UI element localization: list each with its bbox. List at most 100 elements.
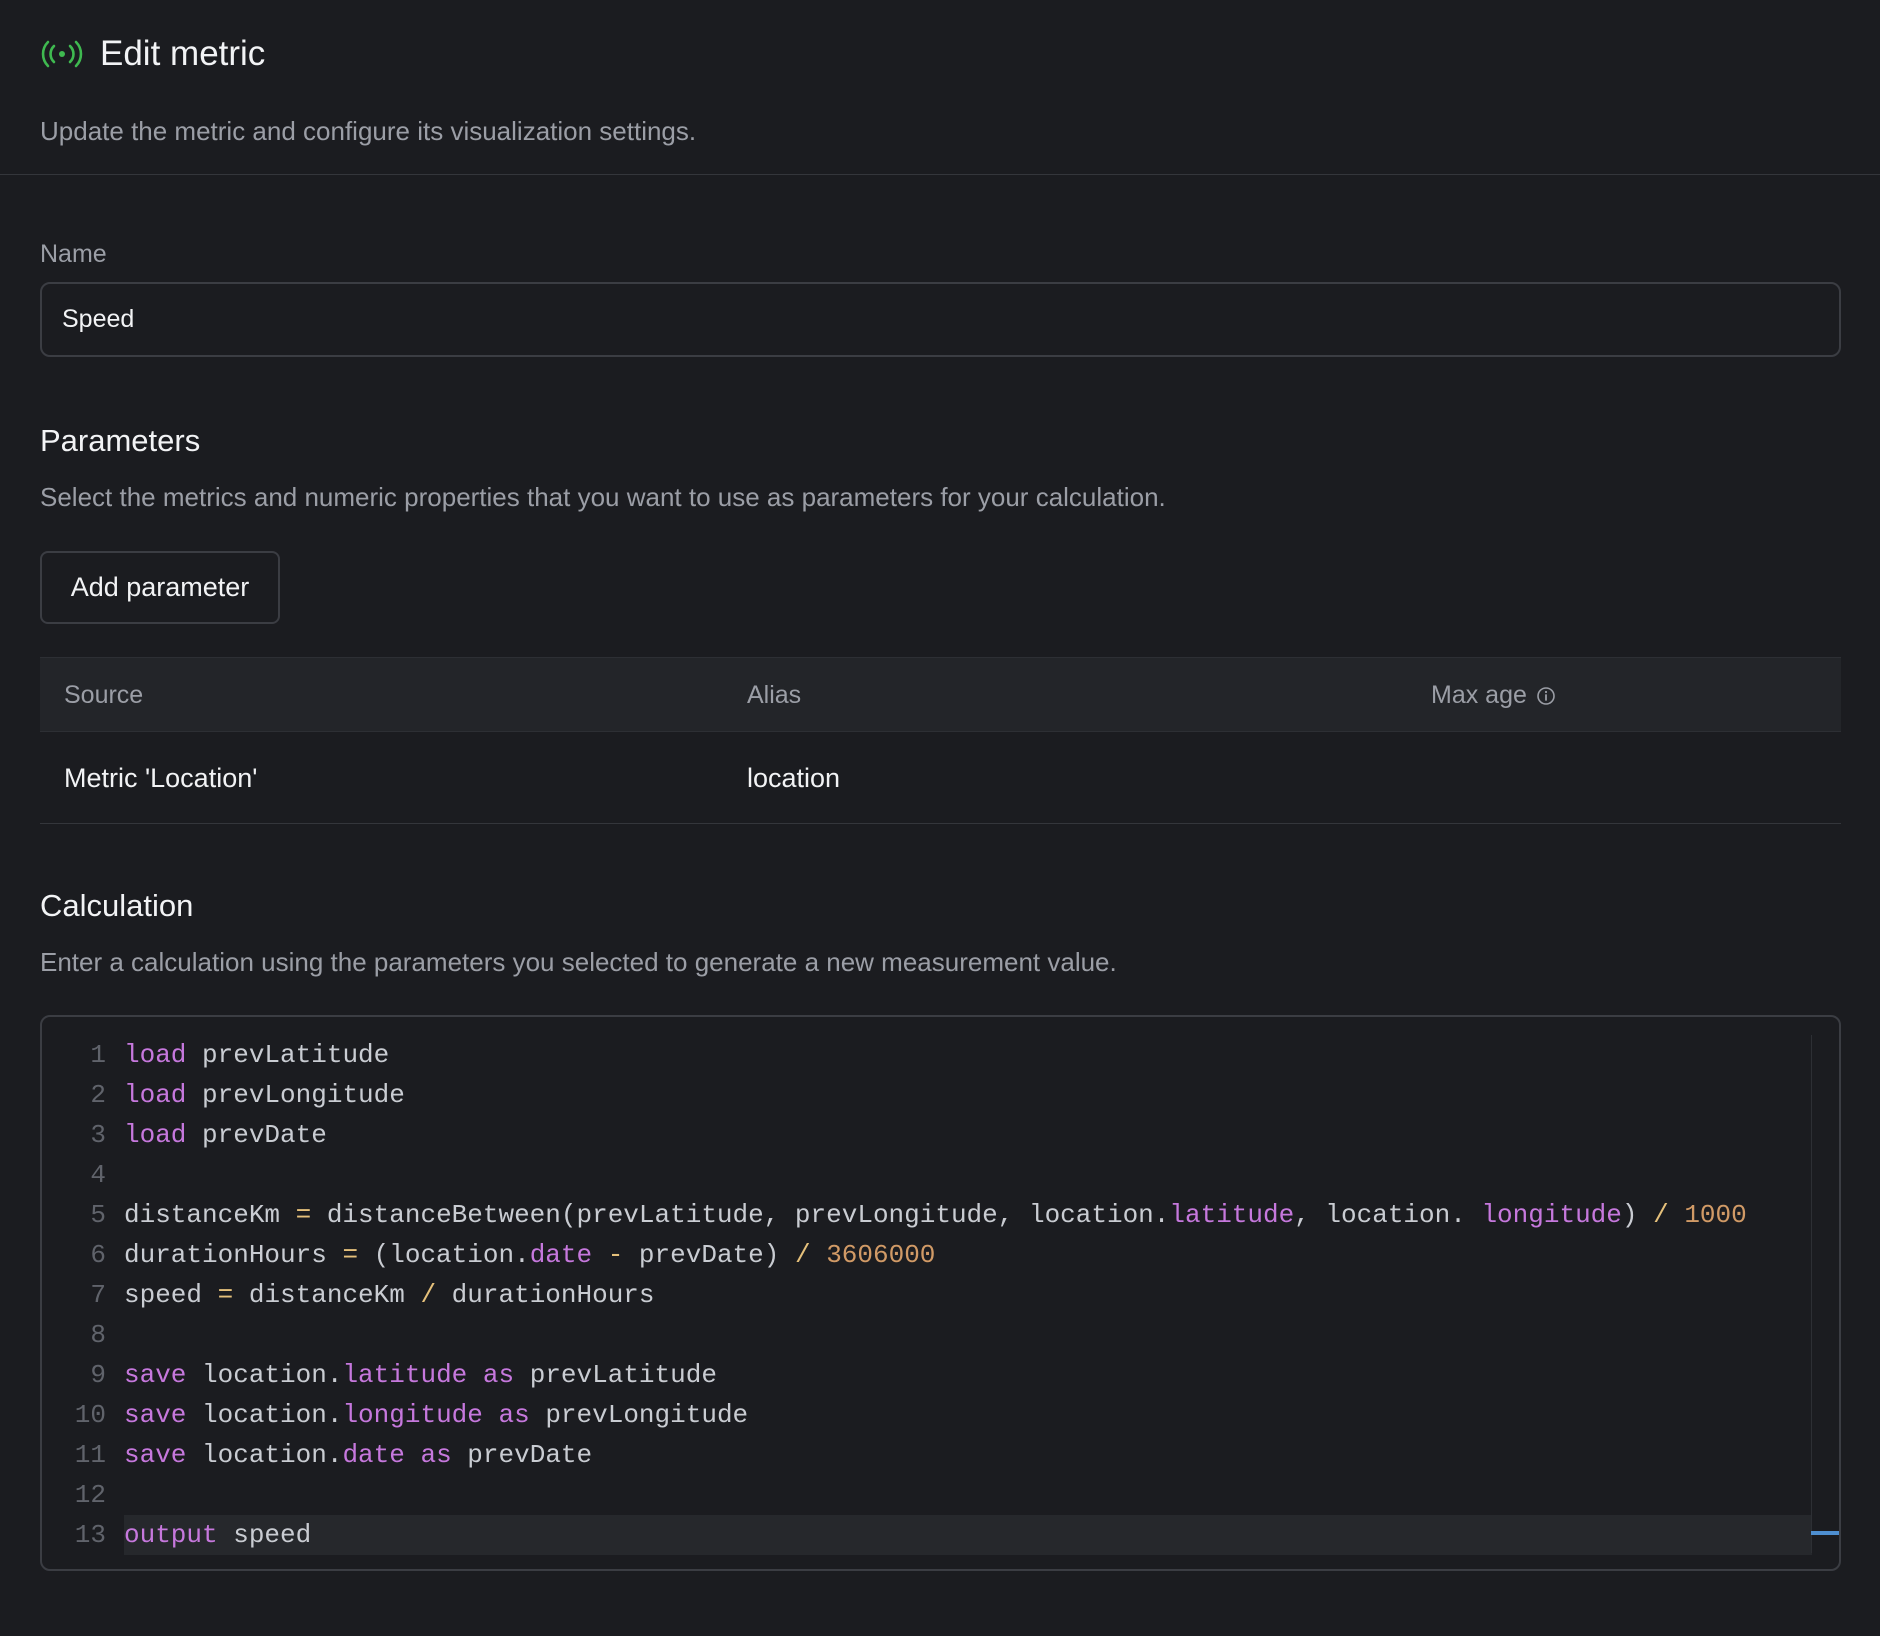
- code-token-id: prevLongitude: [529, 1400, 749, 1430]
- line-number: 8: [90, 1320, 106, 1350]
- info-icon[interactable]: [1535, 685, 1557, 707]
- code-token-id: speed: [124, 1280, 218, 1310]
- code-line[interactable]: 13 output speed: [42, 1515, 1812, 1555]
- code-token-prop: latitude: [1169, 1200, 1295, 1230]
- code-text[interactable]: [124, 1475, 1812, 1515]
- code-line[interactable]: 10 save location.longitude as prevLongitu…: [42, 1395, 1812, 1435]
- scrollbar-cursor-marker: [1811, 1531, 1839, 1535]
- line-number: 5: [90, 1200, 106, 1230]
- code-token-num: 3606000: [826, 1240, 936, 1270]
- line-number: 7: [90, 1280, 106, 1310]
- code-token-num: 1000: [1684, 1200, 1747, 1230]
- code-text[interactable]: speed = distanceKm / durationHours: [124, 1275, 1812, 1315]
- code-token-id: , location.: [1294, 1200, 1482, 1230]
- code-token-kw: load: [124, 1080, 187, 1110]
- code-line[interactable]: 3 load prevDate: [42, 1115, 1812, 1155]
- code-line[interactable]: 12: [42, 1475, 1812, 1515]
- code-line[interactable]: 6 durationHours = (location.date - prevDa…: [42, 1235, 1812, 1275]
- code-editor[interactable]: 1 load prevLatitude 2 load prevLongitude 3 lo…: [40, 1015, 1841, 1571]
- name-input[interactable]: [40, 282, 1841, 357]
- code-text[interactable]: load prevLatitude: [124, 1035, 1812, 1075]
- title-row: Edit metric: [40, 32, 265, 76]
- code-token-kw: as: [420, 1440, 452, 1470]
- code-token-id: [467, 1360, 483, 1390]
- code-token-id: location.: [186, 1400, 343, 1430]
- code-text[interactable]: load prevDate: [124, 1115, 1812, 1155]
- code-text[interactable]: save location.longitude as prevLongitude: [124, 1395, 1812, 1435]
- code-token-id: prevLongitude: [186, 1080, 405, 1110]
- line-number: 4: [90, 1160, 106, 1190]
- code-line[interactable]: 8: [42, 1315, 1812, 1355]
- table-row[interactable]: Metric 'Location' location: [40, 732, 1841, 824]
- calculation-title: Calculation: [40, 888, 194, 923]
- page-subtitle: Update the metric and configure its visu…: [40, 116, 697, 146]
- code-token-prop: date: [342, 1440, 405, 1470]
- code-token-kw: load: [124, 1120, 187, 1150]
- code-text[interactable]: load prevLongitude: [124, 1075, 1812, 1115]
- code-token-id: prevLatitude: [186, 1040, 390, 1070]
- code-token-id: ): [1621, 1200, 1654, 1230]
- code-token-id: [1669, 1200, 1685, 1230]
- code-token-prop: latitude: [342, 1360, 468, 1390]
- code-line[interactable]: 2 load prevLongitude: [42, 1075, 1812, 1115]
- code-token-id: prevLatitude: [514, 1360, 717, 1390]
- line-number: 1: [90, 1040, 106, 1070]
- line-number: 2: [90, 1080, 106, 1110]
- editor-scrollbar[interactable]: [1811, 1035, 1839, 1553]
- cell-alias: location: [747, 763, 841, 793]
- code-text[interactable]: durationHours = (location.date - prevDat…: [124, 1235, 1812, 1275]
- code-token-kw: output: [124, 1520, 218, 1550]
- add-parameter-button[interactable]: Add parameter: [40, 551, 280, 624]
- code-token-id: speed: [217, 1520, 312, 1550]
- code-token-op: /: [1653, 1200, 1669, 1230]
- code-token-id: distanceKm: [233, 1280, 421, 1310]
- code-line[interactable]: 5 distanceKm = distanceBetween(prevLatitu…: [42, 1195, 1812, 1235]
- code-line[interactable]: 7 speed = distanceKm / durationHours: [42, 1275, 1812, 1315]
- code-token-id: prevDate: [186, 1120, 327, 1150]
- code-token-id: durationHours: [124, 1240, 343, 1270]
- column-header-max-age: Max age: [1431, 658, 1557, 733]
- table-header: Source Alias Max age: [40, 657, 1841, 732]
- code-text[interactable]: save location.latitude as prevLatitude: [124, 1355, 1812, 1395]
- code-text[interactable]: output speed: [124, 1515, 1812, 1555]
- parameters-table: Source Alias Max age Metric 'Location' l…: [40, 657, 1841, 824]
- code-line[interactable]: 4: [42, 1155, 1812, 1195]
- code-token-kw: as: [498, 1400, 530, 1430]
- code-token-id: [811, 1240, 827, 1270]
- code-line[interactable]: 1 load prevLatitude: [42, 1035, 1812, 1075]
- code-token-kw: save: [124, 1440, 187, 1470]
- code-text[interactable]: save location.date as prevDate: [124, 1435, 1812, 1475]
- code-line[interactable]: 9 save location.latitude as prevLatitude: [42, 1355, 1812, 1395]
- code-token-id: [405, 1440, 421, 1470]
- code-token-id: prevDate): [623, 1240, 795, 1270]
- code-token-op: /: [420, 1280, 437, 1310]
- code-token-op: /: [794, 1240, 811, 1270]
- code-token-id: [592, 1240, 608, 1270]
- code-token-id: durationHours: [436, 1280, 655, 1310]
- column-header-alias: Alias: [747, 681, 802, 709]
- parameters-description: Select the metrics and numeric propertie…: [40, 482, 1166, 512]
- code-token-kw: load: [124, 1040, 187, 1070]
- code-token-prop: date: [529, 1240, 593, 1270]
- column-header-max-age-label: Max age: [1431, 681, 1527, 709]
- calculation-description: Enter a calculation using the parameters…: [40, 947, 1117, 977]
- code-text[interactable]: [124, 1315, 1812, 1355]
- code-token-id: location.: [186, 1360, 343, 1390]
- code-token-id: [483, 1400, 499, 1430]
- dialog-header: Edit metric Update the metric and config…: [0, 0, 1880, 175]
- code-lines[interactable]: 1 load prevLatitude 2 load prevLongitude 3 lo…: [42, 1035, 1812, 1555]
- code-token-prop: longitude: [342, 1400, 483, 1430]
- parameters-title: Parameters: [40, 423, 201, 458]
- cell-source: Metric 'Location': [64, 763, 258, 793]
- line-number: 9: [90, 1360, 106, 1390]
- code-token-op: =: [217, 1280, 234, 1310]
- code-text[interactable]: [124, 1155, 1812, 1195]
- line-number: 12: [74, 1480, 106, 1510]
- code-text[interactable]: distanceKm = distanceBetween(prevLatitud…: [124, 1195, 1812, 1235]
- code-token-kw: save: [124, 1360, 187, 1390]
- code-line[interactable]: 11 save location.date as prevDate: [42, 1435, 1812, 1475]
- code-token-id: distanceBetween(prevLatitude, prevLongit…: [311, 1200, 1170, 1230]
- code-token-id: distanceKm: [124, 1200, 296, 1230]
- column-header-source: Source: [64, 681, 144, 709]
- line-number: 6: [90, 1240, 106, 1270]
